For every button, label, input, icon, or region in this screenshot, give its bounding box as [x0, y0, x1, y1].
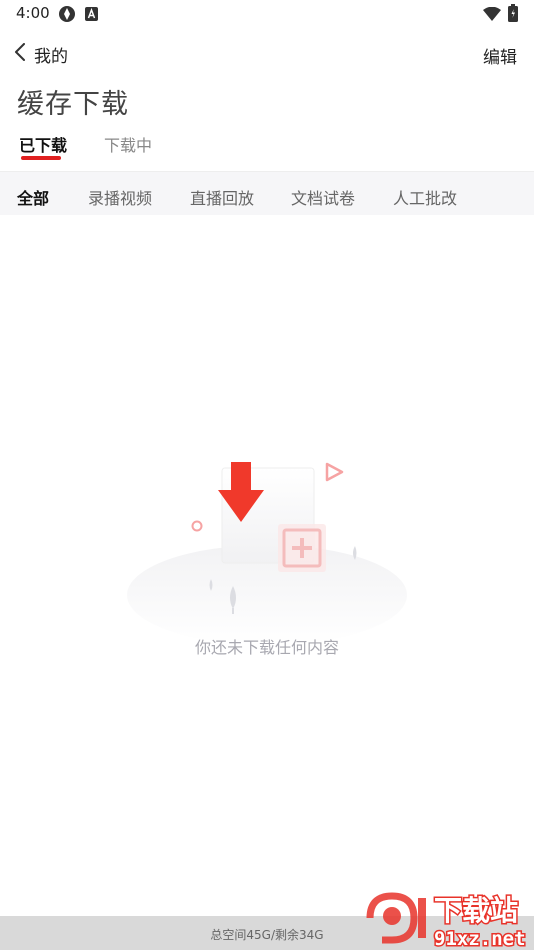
- status-time: 4:00: [16, 4, 50, 22]
- edit-button[interactable]: 编辑: [483, 43, 517, 68]
- active-tab-indicator: [21, 156, 61, 160]
- empty-state-message: 你还未下载任何内容: [194, 638, 339, 657]
- status-bar: 4:00: [0, 0, 534, 28]
- svg-text:91xz.net: 91xz.net: [434, 928, 526, 950]
- filter-manual-grading[interactable]: 人工批改: [393, 185, 457, 209]
- empty-state-illustration: [0, 450, 534, 660]
- filter-all[interactable]: 全部: [17, 185, 49, 209]
- filter-live-replay[interactable]: 直播回放: [190, 185, 254, 209]
- back-label: 我的: [34, 46, 68, 67]
- page-title: 缓存下载: [17, 89, 129, 120]
- a-badge-icon: [85, 6, 98, 25]
- battery-icon: [508, 4, 518, 26]
- nav-bar: 我的 编辑: [0, 36, 534, 72]
- filter-bar: 全部 录播视频 直播回放 文档试卷 人工批改: [0, 171, 534, 215]
- tab-downloading[interactable]: 下载中: [104, 132, 152, 156]
- site-watermark-logo: 下载站 91xz.net: [362, 888, 534, 950]
- filter-documents-exams[interactable]: 文档试卷: [291, 185, 355, 209]
- wifi-icon: [483, 6, 501, 25]
- app-notification-icon: [58, 5, 76, 27]
- tab-downloaded[interactable]: 已下载: [19, 132, 67, 156]
- chevron-left-icon: [14, 43, 26, 65]
- back-button[interactable]: 我的: [14, 40, 78, 68]
- download-tabs: 已下载 下载中: [0, 128, 534, 170]
- svg-text:下载站: 下载站: [434, 894, 518, 927]
- filter-recorded-video[interactable]: 录播视频: [88, 185, 152, 209]
